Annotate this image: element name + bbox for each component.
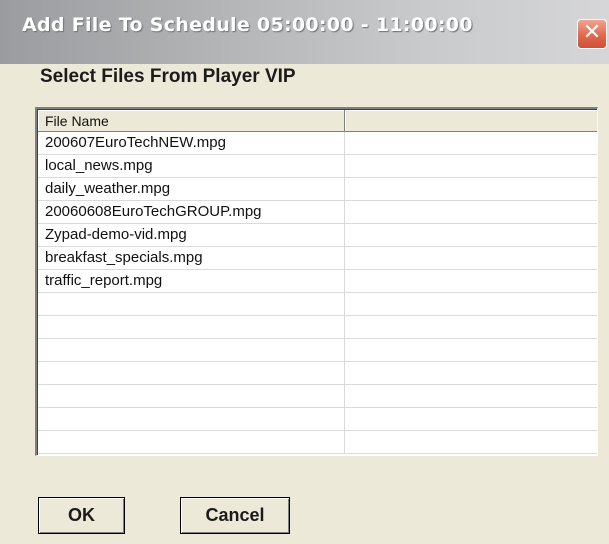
secondary-cell (345, 431, 597, 454)
table-row[interactable]: 200607EuroTechNEW.mpg (38, 132, 597, 155)
file-name-cell: local_news.mpg (38, 155, 345, 178)
column-header-file-name[interactable]: File Name (38, 110, 345, 132)
file-name-cell (38, 339, 345, 362)
table-row[interactable] (38, 339, 597, 362)
table-row[interactable]: daily_weather.mpg (38, 178, 597, 201)
file-name-cell: breakfast_specials.mpg (38, 247, 345, 270)
secondary-cell (345, 316, 597, 339)
file-name-cell: traffic_report.mpg (38, 270, 345, 293)
file-name-cell (38, 385, 345, 408)
close-icon: ✕ (582, 20, 602, 45)
table-row[interactable] (38, 431, 597, 454)
file-name-cell (38, 408, 345, 431)
title-bar[interactable]: Add File To Schedule 05:00:00 - 11:00:00… (0, 0, 609, 64)
table-row[interactable] (38, 316, 597, 339)
file-name-cell: 20060608EuroTechGROUP.mpg (38, 201, 345, 224)
table-row[interactable] (38, 293, 597, 316)
dialog-window: Add File To Schedule 05:00:00 - 11:00:00… (0, 0, 609, 544)
table-row[interactable]: 20060608EuroTechGROUP.mpg (38, 201, 597, 224)
table-row[interactable]: Zypad-demo-vid.mpg (38, 224, 597, 247)
secondary-cell (345, 408, 597, 431)
secondary-cell (345, 362, 597, 385)
secondary-cell (345, 201, 597, 224)
list-rows: 200607EuroTechNEW.mpg local_news.mpg daily… (38, 132, 597, 454)
secondary-cell (345, 132, 597, 155)
file-name-cell: daily_weather.mpg (38, 178, 345, 201)
secondary-cell (345, 339, 597, 362)
file-name-cell (38, 362, 345, 385)
list-header: File Name (38, 110, 597, 132)
secondary-cell (345, 293, 597, 316)
secondary-cell (345, 270, 597, 293)
dialog-heading: Select Files From Player VIP (40, 66, 296, 87)
secondary-cell (345, 155, 597, 178)
close-button[interactable]: ✕ (577, 19, 607, 49)
secondary-cell (345, 224, 597, 247)
ok-button[interactable]: OK (38, 497, 125, 534)
table-row[interactable]: breakfast_specials.mpg (38, 247, 597, 270)
file-name-cell (38, 431, 345, 454)
table-row[interactable] (38, 408, 597, 431)
file-name-cell: 200607EuroTechNEW.mpg (38, 132, 345, 155)
file-name-cell (38, 293, 345, 316)
column-header-blank[interactable] (345, 110, 597, 132)
file-name-cell (38, 316, 345, 339)
table-row[interactable] (38, 362, 597, 385)
secondary-cell (345, 385, 597, 408)
file-list[interactable]: File Name 200607EuroTechNEW.mpg local_new… (35, 107, 598, 456)
file-name-cell: Zypad-demo-vid.mpg (38, 224, 345, 247)
table-row[interactable]: traffic_report.mpg (38, 270, 597, 293)
table-row[interactable]: local_news.mpg (38, 155, 597, 178)
secondary-cell (345, 247, 597, 270)
secondary-cell (345, 178, 597, 201)
table-row[interactable] (38, 385, 597, 408)
cancel-button[interactable]: Cancel (180, 497, 290, 534)
window-title: Add File To Schedule 05:00:00 - 11:00:00 (22, 14, 473, 36)
